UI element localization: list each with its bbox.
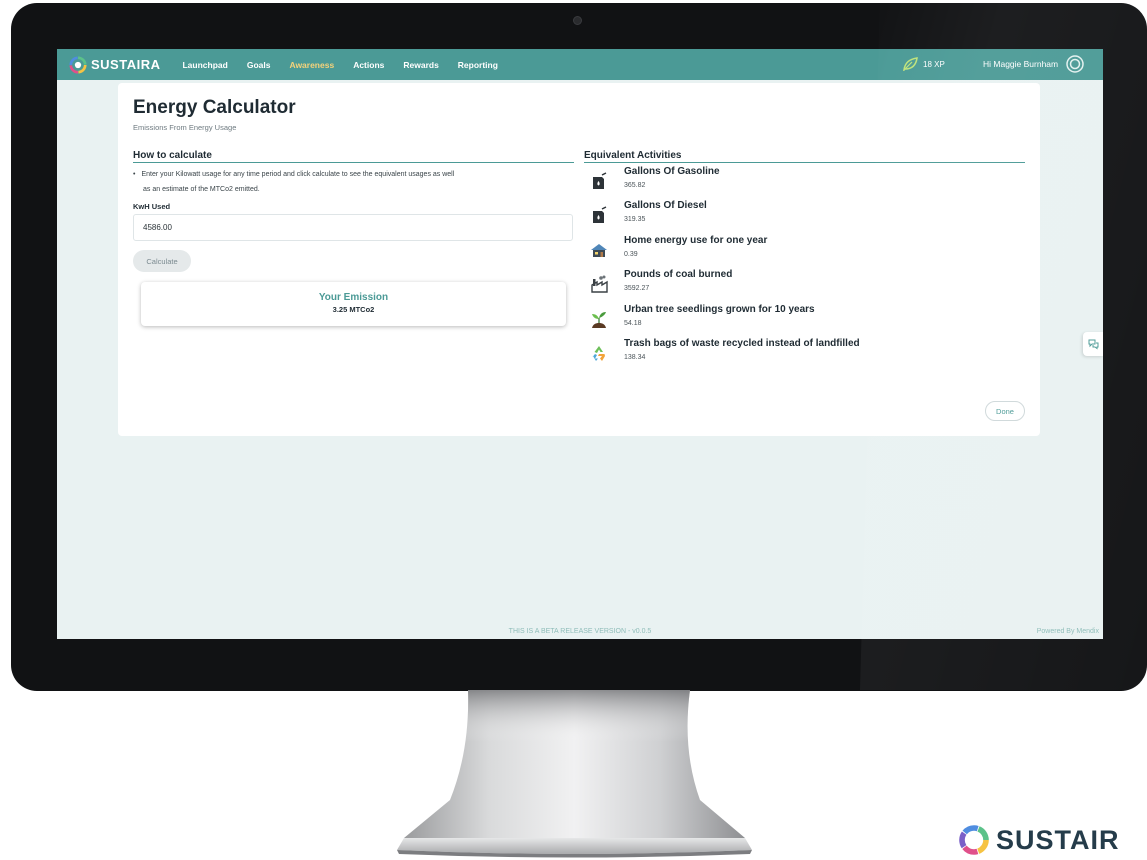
main-nav: Launchpad Goals Awareness Actions Reward… <box>182 60 516 70</box>
kwh-label: KwH Used <box>133 202 171 211</box>
nav-awareness[interactable]: Awareness <box>289 60 334 70</box>
corner-brand-name: SUSTAIR <box>996 824 1120 855</box>
bullet-icon: • <box>133 171 136 178</box>
instruction-line-2: as an estimate of the MTCo2 emitted. <box>143 186 260 193</box>
feedback-tab[interactable] <box>1083 332 1103 356</box>
seedling-icon <box>592 311 606 328</box>
equivalent-title: Gallons Of Gasoline <box>624 166 720 177</box>
house-icon <box>591 243 607 257</box>
version-footer: THIS IS A BETA RELEASE VERSION - v0.0.5 <box>508 628 652 635</box>
list-item: Trash bags of waste recycled instead of … <box>584 337 1025 371</box>
sustaira-logo-icon <box>959 825 989 855</box>
instructions-text: • Enter your Kilowatt usage for any time … <box>133 167 578 197</box>
equivalent-title: Pounds of coal burned <box>624 269 733 281</box>
brand-logo[interactable]: SUSTAIRA <box>69 55 161 74</box>
list-item: Home energy use for one year 0.39 <box>584 234 1025 268</box>
equivalent-value: 365.82 <box>624 182 646 189</box>
list-item: Gallons Of Diesel 319.35 <box>584 199 1025 233</box>
diesel-can-icon <box>593 206 607 224</box>
equivalent-value: 319.35 <box>624 216 646 224</box>
app-screen: SUSTAIRA Launchpad Goals Awareness Actio… <box>57 49 1103 639</box>
equivalent-value: 0.39 <box>624 250 638 258</box>
calculator-card: Energy Calculator Emissions From Energy … <box>118 83 1040 436</box>
xp-value: 18 XP <box>923 59 945 69</box>
equivalent-title: Home energy use for one year <box>624 234 768 246</box>
sustaira-logo-icon <box>69 55 87 74</box>
equivalent-title: Urban tree seedlings grown for 10 years <box>624 303 815 315</box>
emission-result-card: Your Emission 3.25 MTCo2 <box>141 282 566 326</box>
nav-launchpad[interactable]: Launchpad <box>182 60 227 70</box>
user-greeting: Hi Maggie Burnham <box>983 59 1059 69</box>
nav-goals[interactable]: Goals <box>247 60 271 70</box>
page-title: Energy Calculator <box>133 97 296 118</box>
list-item: Urban tree seedlings grown for 10 years … <box>584 303 1025 337</box>
page-subtitle: Emissions From Energy Usage <box>133 123 237 132</box>
webcam-icon <box>573 16 582 25</box>
equivalent-title: Trash bags of waste recycled instead of … <box>624 337 860 349</box>
equivalent-value: 3592.27 <box>624 285 650 293</box>
kwh-input[interactable] <box>133 214 573 241</box>
equivalent-value: 138.34 <box>624 353 646 361</box>
instruction-line-1: Enter your Kilowatt usage for any time p… <box>141 171 455 178</box>
how-to-heading: How to calculate <box>133 150 574 163</box>
avatar-icon[interactable] <box>1066 55 1084 73</box>
xp-counter[interactable]: 18 XP <box>902 57 945 71</box>
list-item: Gallons Of Gasoline 365.82 <box>584 165 1025 199</box>
chat-bubble-icon <box>1088 339 1099 350</box>
brand-name: SUSTAIRA <box>91 57 161 72</box>
nav-actions[interactable]: Actions <box>353 60 384 70</box>
top-navigation-bar: SUSTAIRA Launchpad Goals Awareness Actio… <box>57 49 1103 80</box>
leaf-icon <box>903 57 918 71</box>
list-item: Pounds of coal burned 3592.27 <box>584 268 1025 302</box>
gas-can-icon <box>593 172 607 189</box>
corner-brand: SUSTAIR <box>958 824 1120 856</box>
done-button[interactable]: Done <box>985 401 1025 421</box>
nav-rewards[interactable]: Rewards <box>403 60 438 70</box>
equivalents-list: Gallons Of Gasoline 365.82 Gallons Of Di… <box>584 165 1025 371</box>
factory-icon <box>591 275 608 293</box>
user-menu[interactable]: Hi Maggie Burnham <box>983 55 1084 73</box>
equivalent-value: 54.18 <box>624 319 642 327</box>
calculate-button[interactable]: Calculate <box>133 250 191 272</box>
nav-reporting[interactable]: Reporting <box>458 60 498 70</box>
emission-value: 3.25 MTCo2 <box>332 305 375 314</box>
equivalents-heading: Equivalent Activities <box>584 150 1025 163</box>
powered-by-link[interactable]: Powered By Mendix <box>1037 628 1099 635</box>
emission-title: Your Emission <box>318 292 389 303</box>
equivalent-title: Gallons Of Diesel <box>624 200 707 212</box>
recycle-icon <box>592 345 605 361</box>
